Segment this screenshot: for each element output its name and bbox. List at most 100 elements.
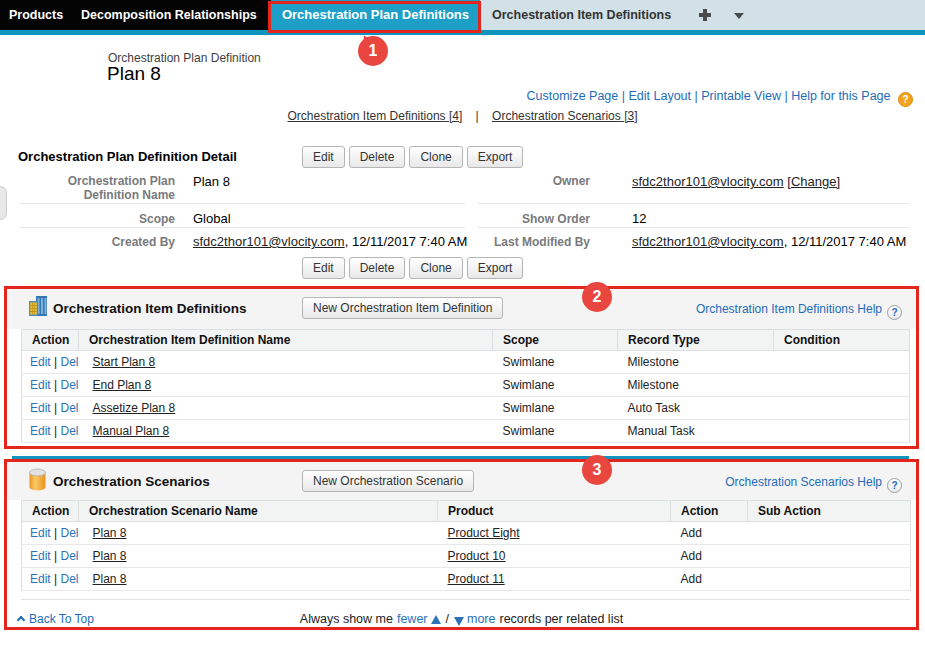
annotation-box-2: Orchestration Item Definitions New Orche… xyxy=(4,286,919,449)
more-link[interactable]: more xyxy=(467,612,495,626)
page-title: Plan 8 xyxy=(107,63,161,85)
cell-scope: Swimlane xyxy=(493,397,618,420)
add-tab-icon[interactable] xyxy=(699,9,711,21)
table-row: Edit | Del Start Plan 8 Swimlane Milesto… xyxy=(22,351,910,374)
new-scenario-button[interactable]: New Orchestration Scenario xyxy=(302,470,474,492)
cell-sub-action xyxy=(748,522,911,545)
field-label-scope: Scope xyxy=(20,212,175,226)
fewer-link[interactable]: fewer xyxy=(397,612,428,626)
annotation-box-3: Orchestration Scenarios New Orchestratio… xyxy=(4,459,919,630)
last-modified-by-link[interactable]: sfdc2thor101@vlocity.com xyxy=(632,234,784,249)
clone-button[interactable]: Clone xyxy=(409,146,462,168)
product-link[interactable]: Product 11 xyxy=(448,572,505,586)
edit-link[interactable]: Edit xyxy=(30,526,51,540)
record-link[interactable]: Plan 8 xyxy=(93,526,127,540)
record-link[interactable]: Assetize Plan 8 xyxy=(93,401,176,415)
col-action2: Action xyxy=(671,501,748,522)
edit-link[interactable]: Edit xyxy=(30,401,51,415)
item-definitions-help: Orchestration Item Definitions Help? xyxy=(696,302,902,320)
page: Products Decomposition Relationships Orc… xyxy=(0,0,925,647)
chevron-down-icon[interactable] xyxy=(734,13,744,24)
help-icon[interactable]: ? xyxy=(887,478,902,493)
cell-record-type: Milestone xyxy=(618,374,774,397)
field-value-created-by: sfdc2thor101@vlocity.com, 12/11/2017 7:4… xyxy=(193,234,467,249)
delete-button[interactable]: Delete xyxy=(349,146,406,168)
tab-products[interactable]: Products xyxy=(9,0,63,30)
product-link[interactable]: Product 10 xyxy=(448,549,506,563)
cell-scope: Swimlane xyxy=(493,420,618,443)
col-scope: Scope xyxy=(493,330,618,351)
sidebar-collapse-handle[interactable] xyxy=(0,186,7,220)
item-definitions-help-link[interactable]: Orchestration Item Definitions Help xyxy=(696,302,882,316)
row-divider xyxy=(20,227,465,228)
help-icon[interactable]: ? xyxy=(887,305,902,320)
triangle-up-icon[interactable] xyxy=(431,615,441,624)
export-button[interactable]: Export xyxy=(467,146,524,168)
cell-condition xyxy=(774,374,910,397)
edit-button[interactable]: Edit xyxy=(302,257,345,279)
separator: / xyxy=(446,612,449,626)
shortcut-item-definitions[interactable]: Orchestration Item Definitions [4] xyxy=(288,109,463,123)
export-button[interactable]: Export xyxy=(467,257,524,279)
tab-orchestration-item-definitions[interactable]: Orchestration Item Definitions xyxy=(492,0,671,30)
printable-view-link[interactable]: Printable View xyxy=(701,89,781,103)
edit-link[interactable]: Edit xyxy=(30,424,51,438)
new-item-definition-button[interactable]: New Orchestration Item Definition xyxy=(302,297,503,319)
product-link[interactable]: Product Eight xyxy=(448,526,520,540)
edit-link[interactable]: Edit xyxy=(30,378,51,392)
del-link[interactable]: Del xyxy=(60,401,78,415)
scenarios-help: Orchestration Scenarios Help? xyxy=(725,475,902,493)
row-divider xyxy=(478,203,910,204)
record-link[interactable]: Manual Plan 8 xyxy=(93,424,170,438)
cell-scope: Swimlane xyxy=(493,374,618,397)
help-icon[interactable]: ? xyxy=(898,92,913,107)
records-label: records per related list xyxy=(499,612,623,626)
cell-record-type: Manual Task xyxy=(618,420,774,443)
edit-layout-link[interactable]: Edit Layout xyxy=(628,89,691,103)
cell-sub-action xyxy=(748,568,911,591)
table-row: Edit | Del End Plan 8 Swimlane Milestone xyxy=(22,374,910,397)
cell-condition xyxy=(774,351,910,374)
field-value-owner: sfdc2thor101@vlocity.com [Change] xyxy=(632,174,840,189)
shortcut-scenarios[interactable]: Orchestration Scenarios [3] xyxy=(492,109,637,123)
edit-link[interactable]: Edit xyxy=(30,355,51,369)
row-divider xyxy=(478,227,910,228)
owner-link[interactable]: sfdc2thor101@vlocity.com xyxy=(632,174,784,189)
scenarios-table: Action Orchestration Scenario Name Produ… xyxy=(21,500,911,591)
del-link[interactable]: Del xyxy=(60,526,78,540)
customize-page-link[interactable]: Customize Page xyxy=(527,89,619,103)
delete-button[interactable]: Delete xyxy=(349,257,406,279)
list-bottom-divider xyxy=(21,599,910,600)
record-link[interactable]: Plan 8 xyxy=(93,572,127,586)
edit-button[interactable]: Edit xyxy=(302,146,345,168)
del-link[interactable]: Del xyxy=(60,355,78,369)
cell-condition xyxy=(774,420,910,443)
triangle-down-icon[interactable] xyxy=(454,617,464,626)
edit-link[interactable]: Edit xyxy=(30,572,51,586)
record-link[interactable]: Plan 8 xyxy=(93,549,127,563)
table-row: Edit | Del Manual Plan 8 Swimlane Manual… xyxy=(22,420,910,443)
help-for-this-page-link[interactable]: Help for this Page xyxy=(791,89,890,103)
created-by-link[interactable]: sfdc2thor101@vlocity.com xyxy=(193,234,345,249)
record-link[interactable]: Start Plan 8 xyxy=(93,355,156,369)
scenarios-help-link[interactable]: Orchestration Scenarios Help xyxy=(725,475,882,489)
scenarios-title: Orchestration Scenarios xyxy=(53,474,210,489)
del-link[interactable]: Del xyxy=(60,572,78,586)
edit-link[interactable]: Edit xyxy=(30,549,51,563)
table-row: Edit | Del Plan 8 Product Eight Add xyxy=(22,522,911,545)
table-header-row: Action Orchestration Item Definition Nam… xyxy=(22,330,910,351)
cell-record-type: Auto Task xyxy=(618,397,774,420)
clone-button[interactable]: Clone xyxy=(409,257,462,279)
change-owner-link[interactable]: [Change] xyxy=(787,174,840,189)
detail-section-title: Orchestration Plan Definition Detail xyxy=(18,149,237,164)
cell-scope: Swimlane xyxy=(493,351,618,374)
field-label-created-by: Created By xyxy=(20,235,175,249)
del-link[interactable]: Del xyxy=(60,549,78,563)
col-name: Orchestration Scenario Name xyxy=(79,501,438,522)
item-definitions-table: Action Orchestration Item Definition Nam… xyxy=(21,329,910,443)
record-link[interactable]: End Plan 8 xyxy=(93,378,152,392)
tab-decomposition-relationships[interactable]: Decomposition Relationships xyxy=(81,0,257,30)
cell-sub-action xyxy=(748,545,911,568)
del-link[interactable]: Del xyxy=(60,378,78,392)
del-link[interactable]: Del xyxy=(60,424,78,438)
